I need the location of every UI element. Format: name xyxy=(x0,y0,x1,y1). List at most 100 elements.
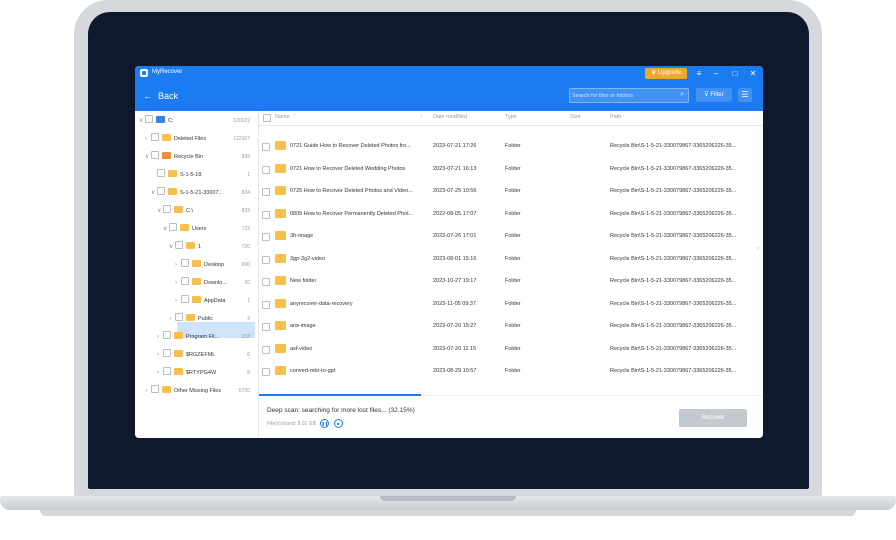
tree-node-label: Deleted Files xyxy=(174,136,207,142)
row-checkbox[interactable] xyxy=(262,143,270,151)
sort-arrow-icon[interactable]: ↑ xyxy=(420,114,423,120)
table-row[interactable]: anyrecover-data-recovery 2023-11-05 09:37… xyxy=(259,293,759,315)
tree-node[interactable]: ∨ Recycle Bin 835 xyxy=(145,150,254,164)
tree-node[interactable]: ∨ 1 720 xyxy=(169,240,254,254)
tree-node[interactable]: › $RTYPG4W 8 xyxy=(157,366,254,380)
tree-node[interactable]: ∨ S-1-5-21-33007... 834 xyxy=(151,186,254,200)
tree-checkbox[interactable] xyxy=(163,331,171,339)
tree-node[interactable]: ∨ C:\ 833 xyxy=(157,204,254,218)
row-checkbox[interactable] xyxy=(262,165,270,174)
tree-node[interactable]: › Program Fil... 218 xyxy=(157,330,254,344)
tree-node[interactable]: › Deleted Files 122167 xyxy=(145,132,254,146)
stop-icon[interactable]: ■ xyxy=(333,419,343,428)
tree-node[interactable]: ∨ C: 120022 xyxy=(139,114,254,128)
row-checkbox[interactable] xyxy=(262,210,270,219)
tree-checkbox[interactable] xyxy=(169,223,177,231)
table-row[interactable]: 0805 How to Recover Permanently Deleted … xyxy=(259,203,759,225)
minimize-button[interactable]: – xyxy=(710,68,722,79)
row-checkbox[interactable] xyxy=(262,188,270,196)
tree-node-label: Downlo... xyxy=(204,280,227,286)
column-path[interactable]: Path xyxy=(610,114,621,120)
tree-checkbox[interactable] xyxy=(181,259,189,267)
tree-checkbox[interactable] xyxy=(157,187,165,195)
tree-node[interactable]: › AppData 1 xyxy=(175,294,254,308)
folder-icon xyxy=(174,350,183,357)
row-date: 2023-07-21 17:26 xyxy=(433,143,477,149)
menu-button[interactable]: ≡ xyxy=(693,68,705,79)
select-all-checkbox[interactable] xyxy=(263,114,271,122)
search-icon[interactable]: ⌕ xyxy=(680,91,684,99)
row-checkbox[interactable] xyxy=(262,323,270,331)
table-row[interactable]: asf-video 2023-07-20 11:15 Folder Recycle B… xyxy=(259,338,759,360)
column-type[interactable]: Type xyxy=(505,114,517,120)
table-row[interactable]: 0721 Guide How to Recover Deleted Photos… xyxy=(259,135,759,157)
collapse-handle-icon[interactable]: ‹ xyxy=(757,246,759,252)
table-row[interactable]: 3fr-image 2023-07-26 17:01 Folder Recycle B… xyxy=(259,225,759,247)
folder-icon xyxy=(174,368,183,375)
tree-node[interactable]: S-1-5-18 1 xyxy=(151,168,254,182)
folder-icon xyxy=(275,231,286,240)
column-date[interactable]: Date modified xyxy=(433,114,467,120)
tree-node-label: Recycle Bin xyxy=(174,154,204,160)
tree-node[interactable]: ∨ Users 722 xyxy=(163,222,254,236)
row-checkbox[interactable] xyxy=(262,233,270,241)
tree-node[interactable]: › $RGZEFML 6 xyxy=(157,348,254,362)
list-view-button[interactable]: ☰ xyxy=(738,88,752,102)
maximize-button[interactable]: □ xyxy=(729,68,741,79)
row-checkbox[interactable] xyxy=(262,368,270,376)
row-path: Recycle Bin\S-1-5-21-330079867-336520622… xyxy=(610,278,737,284)
tree-node[interactable]: › Downlo... 20 xyxy=(175,276,254,290)
tree-checkbox[interactable] xyxy=(151,133,159,141)
table-row[interactable]: 3gp-3g2-video 2023-08-01 15:16 Folder Recyc… xyxy=(259,248,759,270)
tree-checkbox[interactable] xyxy=(175,241,183,249)
search-box[interactable]: ⌕ xyxy=(569,88,689,103)
table-row[interactable]: arw-image 2023-07-20 15:27 Folder Recycle B… xyxy=(259,315,759,337)
upgrade-button[interactable]: ♛ Upgrade xyxy=(645,68,687,79)
crown-icon: ♛ xyxy=(650,70,659,76)
tree-checkbox[interactable] xyxy=(151,151,159,159)
tree-checkbox[interactable] xyxy=(163,367,171,375)
tree-checkbox[interactable] xyxy=(181,295,189,303)
upgrade-label: Upgrade xyxy=(658,70,682,76)
tree-node[interactable]: › Desktop 690 xyxy=(175,258,254,272)
tree-node-count: 8 xyxy=(247,370,250,376)
pause-icon[interactable]: ❚❚ xyxy=(320,419,330,428)
row-checkbox[interactable] xyxy=(262,255,270,264)
close-button[interactable]: ✕ xyxy=(747,68,759,79)
back-button[interactable]: ← Back xyxy=(143,91,184,101)
tree-node-label: AppData xyxy=(204,298,226,304)
column-name[interactable]: Name xyxy=(275,114,290,120)
tree-checkbox[interactable] xyxy=(163,349,171,357)
folder-icon xyxy=(180,224,189,231)
search-input[interactable] xyxy=(572,90,668,101)
table-row[interactable]: New folder 2023-10-27 19:17 Folder Recycle … xyxy=(259,270,759,292)
row-checkbox[interactable] xyxy=(262,300,270,309)
folder-icon xyxy=(174,332,183,339)
folder-icon xyxy=(275,276,286,285)
filter-button[interactable]: ⊽ Filter xyxy=(696,88,732,102)
tree-checkbox[interactable] xyxy=(175,313,183,321)
row-checkbox[interactable] xyxy=(262,345,270,354)
tree-node[interactable]: › Other Missing Files 5720 xyxy=(145,384,254,398)
folder-tree: ∨ C: 120022 › Deleted Files 122167 ∨ Recycle Bi… xyxy=(135,111,259,438)
folder-icon xyxy=(275,141,286,150)
tree-checkbox[interactable] xyxy=(145,115,153,123)
row-checkbox[interactable] xyxy=(262,278,270,286)
table-row[interactable]: 0721 How to Recover Deleted Wedding Phot… xyxy=(259,158,759,180)
tree-node-label: S-1-5-21-33007... xyxy=(180,190,224,196)
tree-checkbox[interactable] xyxy=(181,277,189,285)
tree-node[interactable]: › Public 2 xyxy=(169,312,254,326)
row-type: Folder xyxy=(505,323,521,329)
column-size[interactable]: Size xyxy=(570,114,581,120)
row-date: 2023-08-29 10:57 xyxy=(433,368,477,374)
row-type: Folder xyxy=(505,210,521,217)
folder-icon xyxy=(275,298,286,308)
tree-checkbox[interactable] xyxy=(157,169,165,177)
folder-icon xyxy=(275,321,286,330)
folder-icon xyxy=(186,314,195,321)
tree-checkbox[interactable] xyxy=(163,205,171,213)
table-row[interactable]: 0725 How to Recover Deleted Photos and V… xyxy=(259,180,759,202)
table-row[interactable]: convert-mbr-to-gpt 2023-08-29 10:57 Folder… xyxy=(259,360,759,382)
tree-checkbox[interactable] xyxy=(151,385,159,393)
recover-button[interactable]: Recover xyxy=(679,409,747,427)
